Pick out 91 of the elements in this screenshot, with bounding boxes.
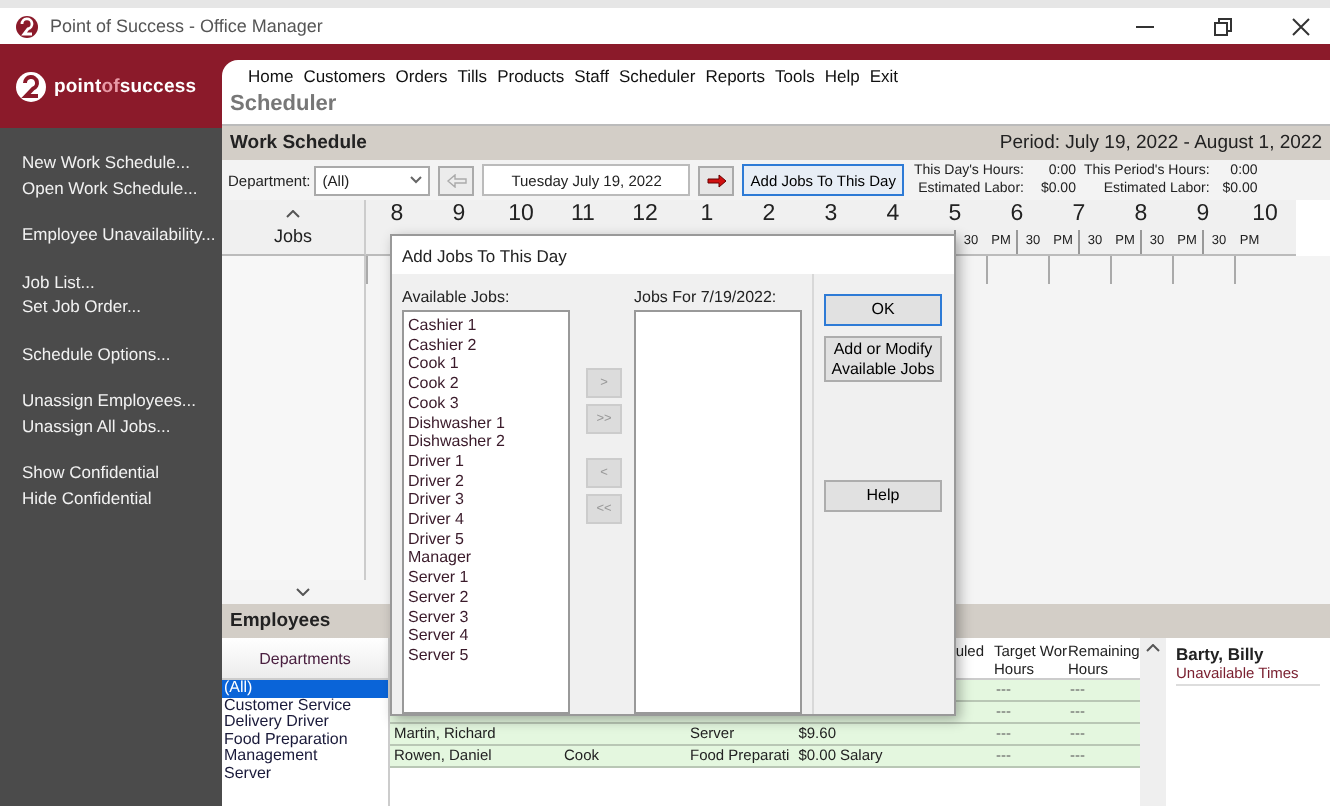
dialog-button[interactable]: Add or Modify Available Jobs bbox=[824, 336, 942, 382]
sidebar-link[interactable]: Employee Unavailability... bbox=[22, 222, 222, 247]
job-item[interactable]: Dishwasher 2 bbox=[408, 432, 568, 452]
hour-label: 12 bbox=[630, 200, 660, 230]
minimize-icon[interactable] bbox=[1136, 25, 1154, 27]
department-item[interactable]: Customer Service bbox=[222, 697, 388, 714]
chevron-down-icon bbox=[410, 176, 423, 184]
hour-label: 3 bbox=[822, 200, 840, 230]
job-item[interactable]: Server 5 bbox=[408, 645, 568, 666]
departments-header: Departments bbox=[222, 638, 388, 680]
job-item[interactable]: Driver 4 bbox=[408, 510, 568, 530]
job-item[interactable]: Manager bbox=[408, 548, 568, 569]
logo-text: point bbox=[54, 75, 102, 97]
hour-label: 11 bbox=[569, 200, 597, 230]
sidebar-link[interactable]: Set Job Order... bbox=[22, 294, 222, 319]
hour-label: 9 bbox=[450, 200, 468, 230]
menu-item[interactable]: Exit bbox=[869, 66, 898, 86]
sidebar-link[interactable]: Open Work Schedule... bbox=[22, 175, 222, 200]
hour-label: 10 bbox=[1250, 200, 1280, 230]
list-label: Jobs For 7/19/2022: bbox=[634, 288, 779, 306]
menu-item[interactable]: Tills bbox=[457, 66, 488, 86]
department-item[interactable]: Delivery Driver bbox=[222, 714, 388, 731]
hour-label: 6 bbox=[1008, 200, 1026, 230]
menu-item[interactable]: Reports bbox=[705, 66, 765, 86]
sidebar-link[interactable]: Schedule Options... bbox=[22, 341, 222, 366]
list-label: Available Jobs: bbox=[402, 288, 512, 306]
menu-item[interactable]: Tools bbox=[774, 66, 815, 86]
job-item[interactable]: Driver 3 bbox=[408, 490, 568, 511]
menu-item[interactable]: Home bbox=[248, 66, 294, 86]
menu-item[interactable]: Help bbox=[824, 66, 860, 86]
menu-item[interactable]: Products bbox=[497, 66, 565, 86]
menu-item[interactable]: Scheduler bbox=[618, 66, 696, 86]
assigned-jobs-list[interactable] bbox=[634, 310, 802, 714]
job-item[interactable]: Server 1 bbox=[408, 568, 568, 588]
hour-label: 7 bbox=[1070, 200, 1088, 230]
job-item[interactable]: Server 4 bbox=[408, 626, 568, 646]
sidebar-link[interactable]: Unassign Employees... bbox=[22, 388, 222, 413]
sidebar-link[interactable]: New Work Schedule... bbox=[22, 150, 222, 175]
job-item[interactable]: Driver 5 bbox=[408, 529, 568, 549]
sidebar-link[interactable]: Unassign All Jobs... bbox=[22, 413, 222, 438]
jobs-header: Jobs bbox=[273, 224, 312, 250]
left-arrow-icon bbox=[445, 173, 468, 187]
window-title: Point of Success - Office Manager bbox=[50, 16, 323, 36]
hour-label: 8 bbox=[1132, 200, 1150, 230]
app-logo-icon bbox=[16, 15, 38, 37]
logo-icon bbox=[16, 71, 46, 101]
next-day-button[interactable] bbox=[698, 165, 735, 195]
hour-label: 4 bbox=[884, 200, 902, 230]
job-item[interactable]: Server 2 bbox=[408, 587, 568, 608]
dialog-button[interactable]: Help bbox=[824, 480, 942, 512]
section-title: Employees bbox=[230, 610, 331, 632]
dialog-title: Add Jobs To This Day bbox=[392, 236, 954, 274]
job-item[interactable]: Cook 2 bbox=[408, 374, 568, 394]
department-item[interactable]: Server bbox=[222, 765, 388, 782]
department-item[interactable]: (All) bbox=[222, 680, 388, 697]
scroll-down-icon[interactable] bbox=[296, 588, 310, 596]
job-item[interactable]: Driver 1 bbox=[408, 451, 568, 472]
department-item[interactable]: Management bbox=[222, 748, 388, 765]
menu-item[interactable]: Customers bbox=[303, 66, 386, 86]
hour-label: 10 bbox=[506, 200, 536, 230]
menu-item[interactable]: Staff bbox=[574, 66, 609, 86]
job-item[interactable]: Driver 2 bbox=[408, 471, 568, 491]
hour-label: 1 bbox=[698, 200, 716, 230]
employee-name: Barty, Billy bbox=[1176, 644, 1266, 664]
page-title: Scheduler bbox=[222, 92, 1330, 126]
job-item[interactable]: Cashier 1 bbox=[408, 316, 568, 336]
hour-label: 9 bbox=[1194, 200, 1212, 230]
logo-text: of bbox=[101, 75, 120, 97]
sort-caret-icon[interactable] bbox=[286, 210, 300, 218]
sidebar-link[interactable]: Job List... bbox=[22, 269, 222, 294]
section-title: Work Schedule bbox=[230, 132, 367, 154]
job-item[interactable]: Cashier 2 bbox=[408, 335, 568, 355]
close-icon[interactable] bbox=[1292, 17, 1310, 35]
scroll-up-icon[interactable] bbox=[1146, 644, 1160, 652]
sidebar-link[interactable]: Show Confidential bbox=[22, 460, 222, 485]
available-jobs-list[interactable]: Cashier 1 Cashier 2 Cook 1 Cook 2 Cook 3 Dishwasher 1 Dishwasher 2 Driver 1 Driver 2 Driver 3 Driver 4 Driver 5 Manager Server 1 Server 2 Server 3 Server 4 Server 5 bbox=[402, 310, 570, 714]
sidebar-link[interactable]: Hide Confidential bbox=[22, 485, 222, 510]
hour-label: 8 bbox=[388, 200, 406, 230]
logo-text: success bbox=[119, 75, 197, 97]
hour-label: 5 bbox=[946, 200, 964, 230]
job-item[interactable]: Server 3 bbox=[408, 607, 568, 627]
menu-item[interactable]: Orders bbox=[395, 66, 448, 86]
dialog-button[interactable]: OK bbox=[824, 294, 942, 326]
job-item[interactable]: Cook 1 bbox=[408, 354, 568, 375]
job-item[interactable]: Dishwasher 1 bbox=[408, 413, 568, 433]
hour-label: 2 bbox=[760, 200, 778, 230]
period-label: Period: July 19, 2022 - August 1, 2022 bbox=[999, 132, 1322, 154]
department-item[interactable]: Food Preparation bbox=[222, 731, 388, 748]
job-item[interactable]: Cook 3 bbox=[408, 393, 568, 414]
right-arrow-icon bbox=[705, 173, 728, 187]
restore-icon[interactable] bbox=[1214, 17, 1232, 35]
